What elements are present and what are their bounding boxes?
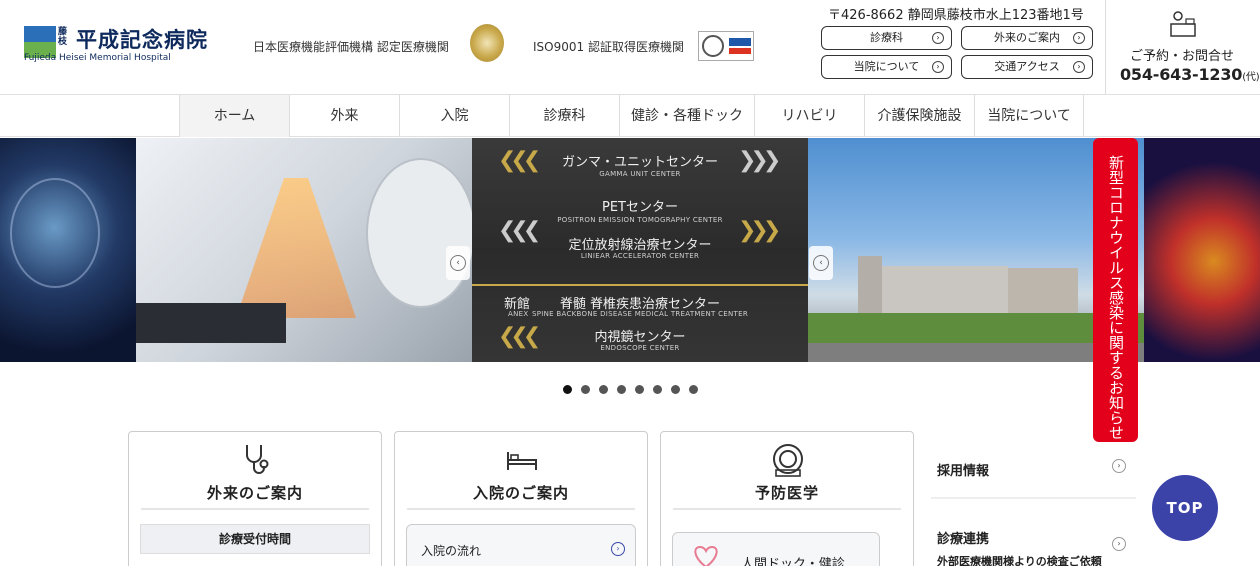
header-link-label: 診療科 [870, 31, 903, 44]
header-link-about[interactable]: 当院について › [821, 55, 952, 79]
sign-text-en: ENDOSCOPE CENTER [600, 344, 680, 352]
nav-item-care-facility[interactable]: 介護保険施設 [864, 95, 974, 137]
slider-dot[interactable] [635, 385, 644, 394]
nav-item-about[interactable]: 当院について [974, 95, 1084, 137]
header-link-label: 当院について [853, 60, 920, 73]
hero-slider: ❮❮❮ ❯❯❯ ガンマ・ユニットセンター GAMMA UNIT CENTER P… [0, 138, 1260, 362]
health-checkup-button[interactable]: 人間ドック・健診 [672, 532, 880, 566]
nav-item-rehab[interactable]: リハビリ [754, 95, 864, 137]
sign-text-en: SPINE BACKBONE DISEASE MEDICAL TREATMENT… [531, 310, 749, 318]
global-nav: ホーム 外来 入院 診療科 健診・各種ドック リハビリ 介護保険施設 当院につい… [0, 94, 1260, 137]
nav-item-checkup[interactable]: 健診・各種ドック [619, 95, 754, 137]
card-divider [673, 508, 901, 510]
nav-item-outpatient[interactable]: 外来 [289, 95, 399, 137]
phone-digits: 054-643-1230 [1120, 65, 1243, 84]
slider-dot[interactable] [563, 385, 572, 394]
slide-xray-image [0, 138, 136, 362]
side-link-sub: 外部医療機関様よりの検査ご依頼 [937, 555, 1102, 566]
card-title: 外来のご案内 [206, 484, 303, 502]
chevron-right-icon: › [1073, 61, 1085, 73]
heart-pulse-icon [694, 545, 718, 566]
contact-block[interactable]: ご予約・お問合せ 054-643-1230(代) [1105, 0, 1260, 94]
hospital-address: 〒426-8662 静岡県藤枝市水上123番地1号 [828, 8, 1084, 23]
slider-dot[interactable] [617, 385, 626, 394]
logo-small-kanji: 藤枝 [58, 27, 68, 47]
slider-next-button[interactable]: ‹ [809, 246, 833, 280]
chevron-left-icon: ‹ [813, 255, 829, 271]
side-link-cooperation[interactable]: 診療連携 外部医療機関様よりの検査ご依頼 › [931, 499, 1136, 566]
page: 藤枝 平成記念病院 Fujieda Heisei Memorial Hospit… [0, 0, 1260, 566]
sign-text-en: LINIEAR ACCELERATOR CENTER [580, 252, 700, 260]
card-preventive: 予防医学 人間ドック・健診 [660, 431, 914, 566]
slide-artwork-image [1144, 138, 1260, 362]
logo-hospital-name: 平成記念病院 [76, 27, 208, 52]
chevron-right-icon: › [932, 32, 944, 44]
chevron-right-icon: › [932, 61, 944, 73]
site-header: 藤枝 平成記念病院 Fujieda Heisei Memorial Hospit… [0, 0, 1260, 94]
slider-dot[interactable] [689, 385, 698, 394]
mri-scanner-icon [773, 444, 803, 477]
stethoscope-icon [246, 445, 269, 474]
slider-dot[interactable] [671, 385, 680, 394]
hospital-logo[interactable]: 藤枝 平成記念病院 Fujieda Heisei Memorial Hospit… [24, 26, 224, 63]
sign-divider [472, 284, 808, 286]
side-link-label: 診療連携 [937, 532, 990, 547]
nav-item-departments[interactable]: 診療科 [509, 95, 619, 137]
covid-notice-banner[interactable]: 新型コロナウイルス感染に関するお知らせ [1093, 138, 1138, 442]
slider-dot[interactable] [653, 385, 662, 394]
slide-radiotherapy-machine-image [136, 138, 476, 362]
sign-text: ガンマ・ユニットセンター [561, 155, 718, 170]
card-title: 予防医学 [754, 484, 819, 502]
nav-item-inpatient[interactable]: 入院 [399, 95, 509, 137]
slider-dot[interactable] [599, 385, 608, 394]
sign-text: PETセンター [602, 200, 678, 215]
chevron-right-icon: › [1112, 459, 1126, 473]
side-link-recruit[interactable]: 採用情報 › [931, 431, 1136, 499]
iso-certification-text: ISO9001 認証取得医療機関 [533, 40, 684, 54]
reception-hours-heading: 診療受付時間 [140, 524, 370, 554]
bed-icon [507, 452, 537, 470]
logo-hospital-name-en: Fujieda Heisei Memorial Hospital [24, 53, 171, 63]
chevron-right-icon: › [1073, 32, 1085, 44]
sign-text-en: GAMMA UNIT CENTER [599, 170, 681, 178]
iso-cert-mark-icon [698, 31, 754, 61]
card-inpatient: 入院のご案内 入院の流れ › [394, 431, 648, 566]
side-links: 採用情報 › 診療連携 外部医療機関様よりの検査ご依頼 › [931, 431, 1136, 566]
header-link-departments[interactable]: 診療科 › [821, 26, 952, 50]
admission-flow-label: 入院の流れ [421, 544, 482, 558]
contact-label: ご予約・お問合せ [1130, 49, 1235, 64]
back-to-top-button[interactable]: TOP [1152, 475, 1218, 541]
header-link-label: 外来のご案内 [994, 31, 1060, 44]
admission-flow-link[interactable]: 入院の流れ › [406, 524, 636, 566]
chevron-right-icon: › [1112, 537, 1126, 551]
phone-number[interactable]: 054-643-1230(代) [1120, 65, 1260, 84]
slide-center-sign-image: ❮❮❮ ❯❯❯ ガンマ・ユニットセンター GAMMA UNIT CENTER P… [472, 138, 808, 362]
sign-text: 定位放射線治療センター [568, 238, 712, 253]
chevron-left-icon: ‹ [450, 255, 466, 271]
jq-certification-text: 日本医療機能評価機構 認定医療機関 [253, 40, 449, 54]
slider-pagination [563, 379, 707, 394]
header-link-label: 交通アクセス [994, 60, 1060, 73]
header-link-access[interactable]: 交通アクセス › [961, 55, 1093, 79]
sign-text: 内視鏡センター [594, 330, 686, 345]
slider-dot[interactable] [581, 385, 590, 394]
nav-item-home[interactable]: ホーム [179, 95, 289, 137]
phone-suffix: (代) [1242, 72, 1260, 83]
health-checkup-label: 人間ドック・健診 [741, 557, 845, 566]
card-outpatient: 外来のご案内 診療受付時間 [128, 431, 382, 566]
side-link-label: 採用情報 [937, 464, 990, 479]
reception-desk-icon [1170, 11, 1196, 37]
card-divider [141, 508, 369, 510]
card-title: 入院のご案内 [472, 484, 569, 502]
card-divider [407, 508, 635, 510]
jq-hospital-seal-icon [470, 24, 504, 62]
slider-prev-button[interactable]: ‹ [446, 246, 470, 280]
header-link-outpatient[interactable]: 外来のご案内 › [961, 26, 1093, 50]
chevron-right-icon: › [611, 542, 625, 556]
